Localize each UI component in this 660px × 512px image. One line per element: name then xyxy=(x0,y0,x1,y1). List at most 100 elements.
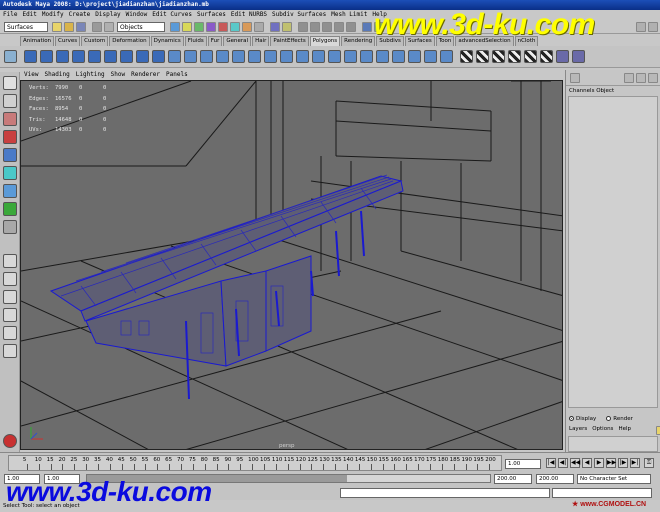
make-live-icon[interactable] xyxy=(346,22,356,32)
poly-cylinder-icon[interactable] xyxy=(56,50,69,63)
four-view-layout-icon[interactable] xyxy=(3,272,17,286)
character-set-dropdown[interactable]: No Character Set xyxy=(577,474,651,484)
select-surfaces-icon[interactable] xyxy=(206,22,216,32)
lock-selection-icon[interactable] xyxy=(270,22,280,32)
poly-prism-icon[interactable] xyxy=(120,50,133,63)
smooth-icon[interactable] xyxy=(200,50,213,63)
menu-mesh-limit[interactable]: Mesh Limit xyxy=(331,10,367,20)
go-to-end-button[interactable]: ▶| xyxy=(630,458,640,468)
unfold-uvs-icon[interactable] xyxy=(540,50,553,63)
end-time-field[interactable]: 200.00 xyxy=(536,474,574,484)
persp-graph-layout-icon[interactable] xyxy=(3,308,17,322)
menu-edit-nurbs[interactable]: Edit NURBS xyxy=(231,10,267,20)
paint-select-tool-icon[interactable] xyxy=(3,112,17,126)
viewport-menu-shading[interactable]: Shading xyxy=(44,70,69,80)
command-input[interactable] xyxy=(340,488,550,498)
poly-plane-icon[interactable] xyxy=(88,50,101,63)
insert-edge-loop-icon[interactable] xyxy=(328,50,341,63)
reverse-normals-icon[interactable] xyxy=(408,50,421,63)
step-back-button[interactable]: ◀| xyxy=(558,458,568,468)
spherical-mapping-icon[interactable] xyxy=(492,50,505,63)
select-joints-icon[interactable] xyxy=(182,22,192,32)
select-rendering-icon[interactable] xyxy=(242,22,252,32)
automatic-mapping-icon[interactable] xyxy=(508,50,521,63)
sculpt-geometry-icon[interactable] xyxy=(556,50,569,63)
uv-editor-icon[interactable] xyxy=(524,50,537,63)
tab-curves[interactable]: Curves xyxy=(55,36,81,46)
tab-general[interactable]: General xyxy=(223,36,252,46)
menu-edit-curves[interactable]: Edit Curves xyxy=(152,10,192,20)
viewport-menu-panels[interactable]: Panels xyxy=(166,70,188,80)
menu-edit[interactable]: Edit xyxy=(22,10,36,20)
shelf-menu-icon[interactable] xyxy=(4,50,17,63)
tab-fur[interactable]: Fur xyxy=(207,36,223,46)
tab-fluids[interactable]: Fluids xyxy=(184,36,207,46)
layers-menu[interactable]: Layers xyxy=(569,426,587,435)
tab-custom[interactable]: Custom xyxy=(81,36,109,46)
viewport-menu-show[interactable]: Show xyxy=(111,70,125,80)
tab-hair[interactable]: Hair xyxy=(252,36,270,46)
current-frame-field[interactable]: 1.00 xyxy=(505,459,541,469)
channel-box-area[interactable] xyxy=(568,96,658,408)
poly-cube-icon[interactable] xyxy=(40,50,53,63)
lasso-tool-icon[interactable] xyxy=(3,94,17,108)
tab-painteffects[interactable]: PaintEffects xyxy=(270,36,309,46)
persp-hypergraph-layout-icon[interactable] xyxy=(3,344,17,358)
history-icon[interactable] xyxy=(362,22,372,32)
go-to-start-button[interactable]: |◀ xyxy=(546,458,556,468)
merge-vertices-icon[interactable] xyxy=(360,50,373,63)
menu-subdiv-surfaces[interactable]: Subdiv Surfaces xyxy=(272,10,326,20)
show-hide-tool-settings-icon[interactable] xyxy=(648,22,658,32)
menu-set-dropdown[interactable]: Surfaces xyxy=(4,22,48,32)
snap-to-points-icon[interactable] xyxy=(322,22,332,32)
tool-settings-icon[interactable] xyxy=(636,73,646,83)
manipulator-tool-icon[interactable] xyxy=(3,184,17,198)
separate-icon[interactable] xyxy=(184,50,197,63)
paint-select-icon[interactable] xyxy=(572,50,585,63)
boolean-union-icon[interactable] xyxy=(232,50,245,63)
menu-surfaces[interactable]: Surfaces xyxy=(197,10,226,20)
selection-mode-dropdown[interactable]: Objects xyxy=(117,22,165,32)
highlight-selection-icon[interactable] xyxy=(282,22,292,32)
viewport-menu-view[interactable]: View xyxy=(24,70,38,80)
poly-torus-icon[interactable] xyxy=(104,50,117,63)
harden-edge-icon[interactable] xyxy=(440,50,453,63)
tab-polygons[interactable]: Polygons xyxy=(309,36,341,46)
poly-pyramid-icon[interactable] xyxy=(136,50,149,63)
tab-animation[interactable]: Animation xyxy=(20,36,55,46)
show-hide-channel-box-icon[interactable] xyxy=(636,22,646,32)
options-menu[interactable]: Options xyxy=(592,426,613,435)
cylindrical-mapping-icon[interactable] xyxy=(476,50,489,63)
render-radio[interactable]: Render xyxy=(606,416,633,422)
bevel-icon[interactable] xyxy=(344,50,357,63)
poly-sphere-icon[interactable] xyxy=(24,50,37,63)
step-forward-button[interactable]: |▶ xyxy=(618,458,628,468)
channel-box-layer-icon[interactable] xyxy=(648,73,658,83)
select-dynamics-icon[interactable] xyxy=(230,22,240,32)
bridge-icon[interactable] xyxy=(280,50,293,63)
menu-window[interactable]: Window xyxy=(126,10,148,20)
show-manipulator-tool-icon[interactable] xyxy=(3,220,17,234)
step-forward-key-button[interactable]: ▶▶ xyxy=(606,458,616,468)
menu-modify[interactable]: Modify xyxy=(42,10,64,20)
soften-edge-icon[interactable] xyxy=(424,50,437,63)
snap-to-curves-icon[interactable] xyxy=(310,22,320,32)
append-polygon-icon[interactable] xyxy=(296,50,309,63)
menu-create[interactable]: Create xyxy=(69,10,91,20)
mirror-geometry-icon[interactable] xyxy=(216,50,229,63)
combine-icon[interactable] xyxy=(168,50,181,63)
auto-key-button[interactable]: ⚿ xyxy=(644,458,654,468)
select-misc-icon[interactable] xyxy=(254,22,264,32)
soft-mod-tool-icon[interactable] xyxy=(3,202,17,216)
perspective-viewport[interactable]: Verts: 7990 0 0 Edges: 16576 0 0 Faces: 8954 0 0 … xyxy=(20,80,563,450)
persp-outliner-layout-icon[interactable] xyxy=(3,290,17,304)
menu-display[interactable]: Display xyxy=(95,10,120,20)
tab-dynamics[interactable]: Dynamics xyxy=(150,36,184,46)
new-layer-icon[interactable] xyxy=(655,426,660,435)
menu-file[interactable]: File xyxy=(3,10,17,20)
poly-pipe-icon[interactable] xyxy=(152,50,165,63)
move-tool-icon[interactable] xyxy=(3,130,17,144)
select-by-object-icon[interactable] xyxy=(104,22,114,32)
select-deformations-icon[interactable] xyxy=(218,22,228,32)
snap-to-view-planes-icon[interactable] xyxy=(334,22,344,32)
